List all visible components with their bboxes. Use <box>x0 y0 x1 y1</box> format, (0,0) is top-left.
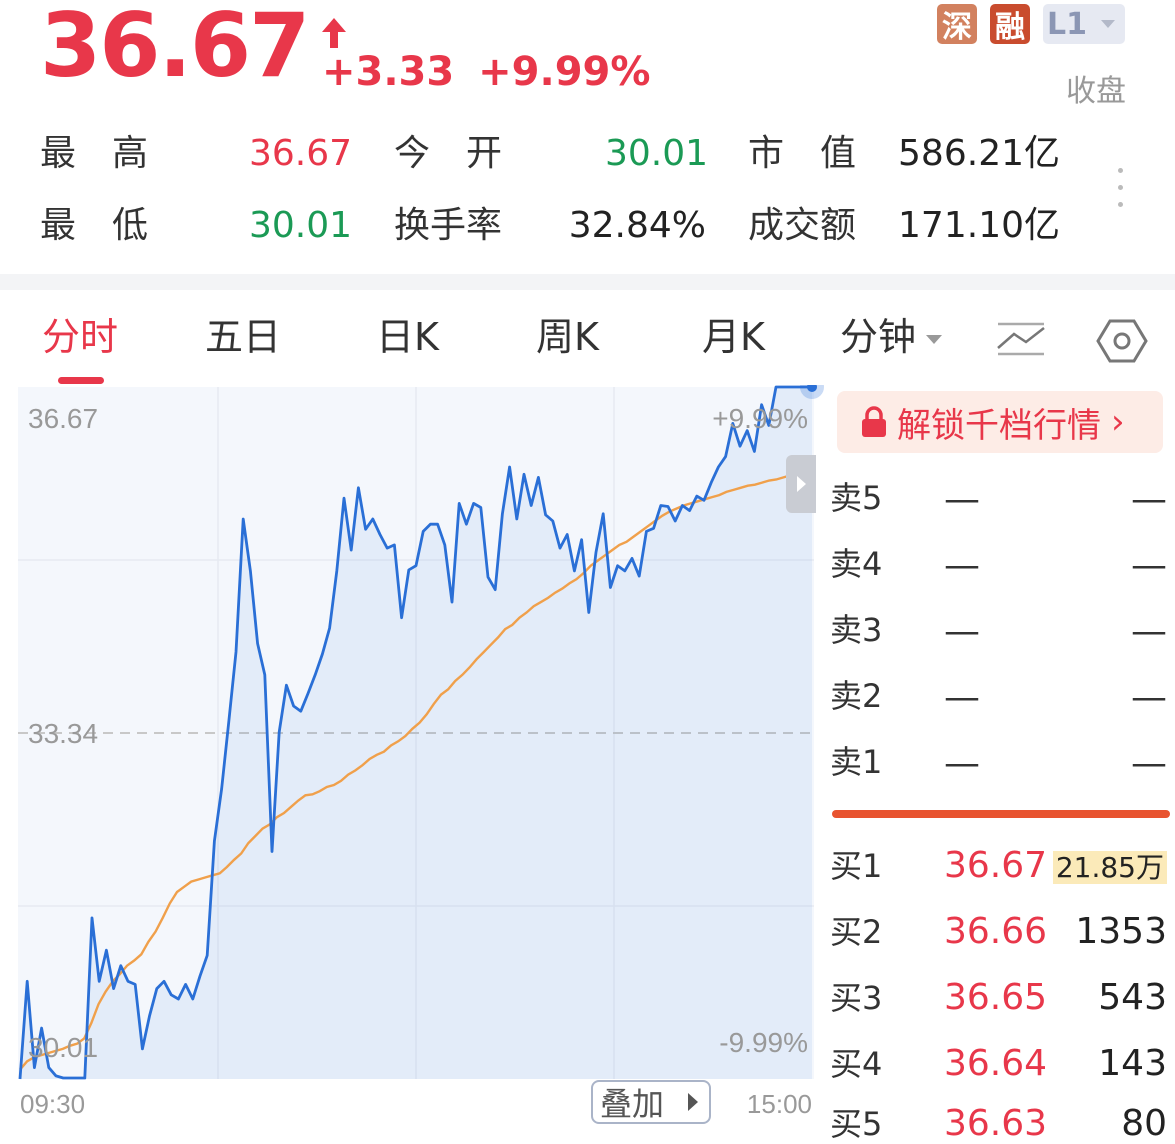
indicator-toggle-icon[interactable] <box>996 320 1046 358</box>
change-percent: +9.99% <box>478 49 651 95</box>
overlay-button[interactable]: 叠加 <box>591 1080 711 1124</box>
ask-3-vol: — <box>1131 611 1167 652</box>
low-value: 30.01 <box>248 205 352 246</box>
pct-label-top: +9.99% <box>712 403 808 434</box>
bid-1-vol: 21.85万 <box>1052 848 1167 884</box>
overlay-label: 叠加 <box>600 1085 664 1123</box>
change-amount: +3.33 <box>322 49 455 95</box>
margin-tag: 融 <box>990 4 1030 45</box>
ask-1-label: 卖1 <box>830 743 883 781</box>
pct-label-bottom: -9.99% <box>719 1027 808 1058</box>
y-label-bottom: 30.01 <box>28 1032 98 1063</box>
current-price: 36.67 <box>40 0 310 97</box>
intraday-chart[interactable]: 36.67 33.34 30.01 +9.99% -9.99% 09:30 15… <box>0 385 830 1127</box>
more-vertical-icon[interactable] <box>1118 168 1124 212</box>
bid-4-price: 36.64 <box>944 1043 1048 1084</box>
low-label: 最 低 <box>40 205 149 246</box>
bid-5-price: 36.63 <box>944 1103 1048 1144</box>
ask-4-label: 卖4 <box>830 545 883 583</box>
bid-1-price: 36.67 <box>944 845 1048 886</box>
amount-label: 成交额 <box>748 205 857 246</box>
ask-4-price: — <box>944 545 980 586</box>
bid-4-label: 买4 <box>830 1045 883 1083</box>
x-label-start: 09:30 <box>20 1089 85 1119</box>
bid-1-label: 买1 <box>830 847 883 885</box>
ask-5-vol: — <box>1131 479 1167 520</box>
ask-2-vol: — <box>1131 677 1167 718</box>
price-change: +3.33 +9.99% <box>322 52 650 92</box>
ask-1-price: — <box>944 743 980 784</box>
ask-3-label: 卖3 <box>830 611 883 649</box>
level-selector[interactable]: L1 <box>1043 4 1125 44</box>
bid-1-vol-value: 21.85万 <box>1052 851 1167 884</box>
ask-2-price: — <box>944 677 980 718</box>
bid-2-label: 买2 <box>830 913 883 951</box>
open-value: 30.01 <box>604 133 708 174</box>
tab-minute[interactable]: 分钟 <box>840 315 943 359</box>
lock-icon <box>862 406 886 437</box>
panel-collapse-handle[interactable] <box>786 455 816 513</box>
ask-5-label: 卖5 <box>830 479 883 517</box>
bid-3-price: 36.65 <box>944 977 1048 1018</box>
market-status: 收盘 <box>1066 74 1126 109</box>
tab-weekly-k[interactable]: 周K <box>536 318 599 356</box>
ask-1-vol: — <box>1131 743 1167 784</box>
turnover-label: 换手率 <box>394 205 503 246</box>
shenzhen-tag: 深 <box>937 4 977 45</box>
x-label-end: 15:00 <box>747 1089 812 1119</box>
up-arrow-icon <box>322 18 346 48</box>
high-value: 36.67 <box>248 133 352 174</box>
section-divider <box>0 274 1175 290</box>
tab-monthly-k[interactable]: 月K <box>702 318 765 356</box>
open-label: 今 开 <box>394 133 503 174</box>
bid-4-vol: 143 <box>1098 1043 1167 1084</box>
active-tab-indicator <box>58 377 104 384</box>
mktcap-value: 586.21亿 <box>898 133 1060 174</box>
unlock-depth-button[interactable]: 解锁千档行情 › <box>837 391 1163 453</box>
tab-five-day[interactable]: 五日 <box>205 318 281 356</box>
tab-daily-k[interactable]: 日K <box>376 318 439 356</box>
ask-2-label: 卖2 <box>830 677 883 715</box>
bid-3-vol: 543 <box>1098 977 1167 1018</box>
mktcap-label: 市 值 <box>748 133 857 174</box>
bid-5-label: 买5 <box>830 1105 883 1143</box>
high-label: 最 高 <box>40 133 149 174</box>
caret-down-icon <box>1101 20 1115 28</box>
turnover-value: 32.84% <box>568 205 706 246</box>
tab-intraday[interactable]: 分时 <box>42 318 118 356</box>
orderbook-divider <box>832 810 1170 818</box>
bid-2-price: 36.66 <box>944 911 1048 952</box>
y-label-mid: 33.34 <box>28 718 98 749</box>
chevron-right-icon <box>797 476 806 492</box>
bid-2-vol: 1353 <box>1075 911 1167 952</box>
amount-value: 171.10亿 <box>898 205 1060 246</box>
settings-hexagon-icon[interactable] <box>1096 318 1148 364</box>
y-label-top: 36.67 <box>28 403 98 434</box>
caret-down-icon <box>926 335 943 344</box>
level-label: L1 <box>1047 6 1087 42</box>
bid-5-vol: 80 <box>1121 1103 1167 1144</box>
bid-3-label: 买3 <box>830 979 883 1017</box>
chevron-right-icon: › <box>1111 402 1125 442</box>
ask-3-price: — <box>944 611 980 652</box>
tab-minute-label: 分钟 <box>840 315 917 359</box>
unlock-label: 解锁千档行情 <box>897 405 1101 446</box>
ask-5-price: — <box>944 479 980 520</box>
ask-4-vol: — <box>1131 545 1167 586</box>
